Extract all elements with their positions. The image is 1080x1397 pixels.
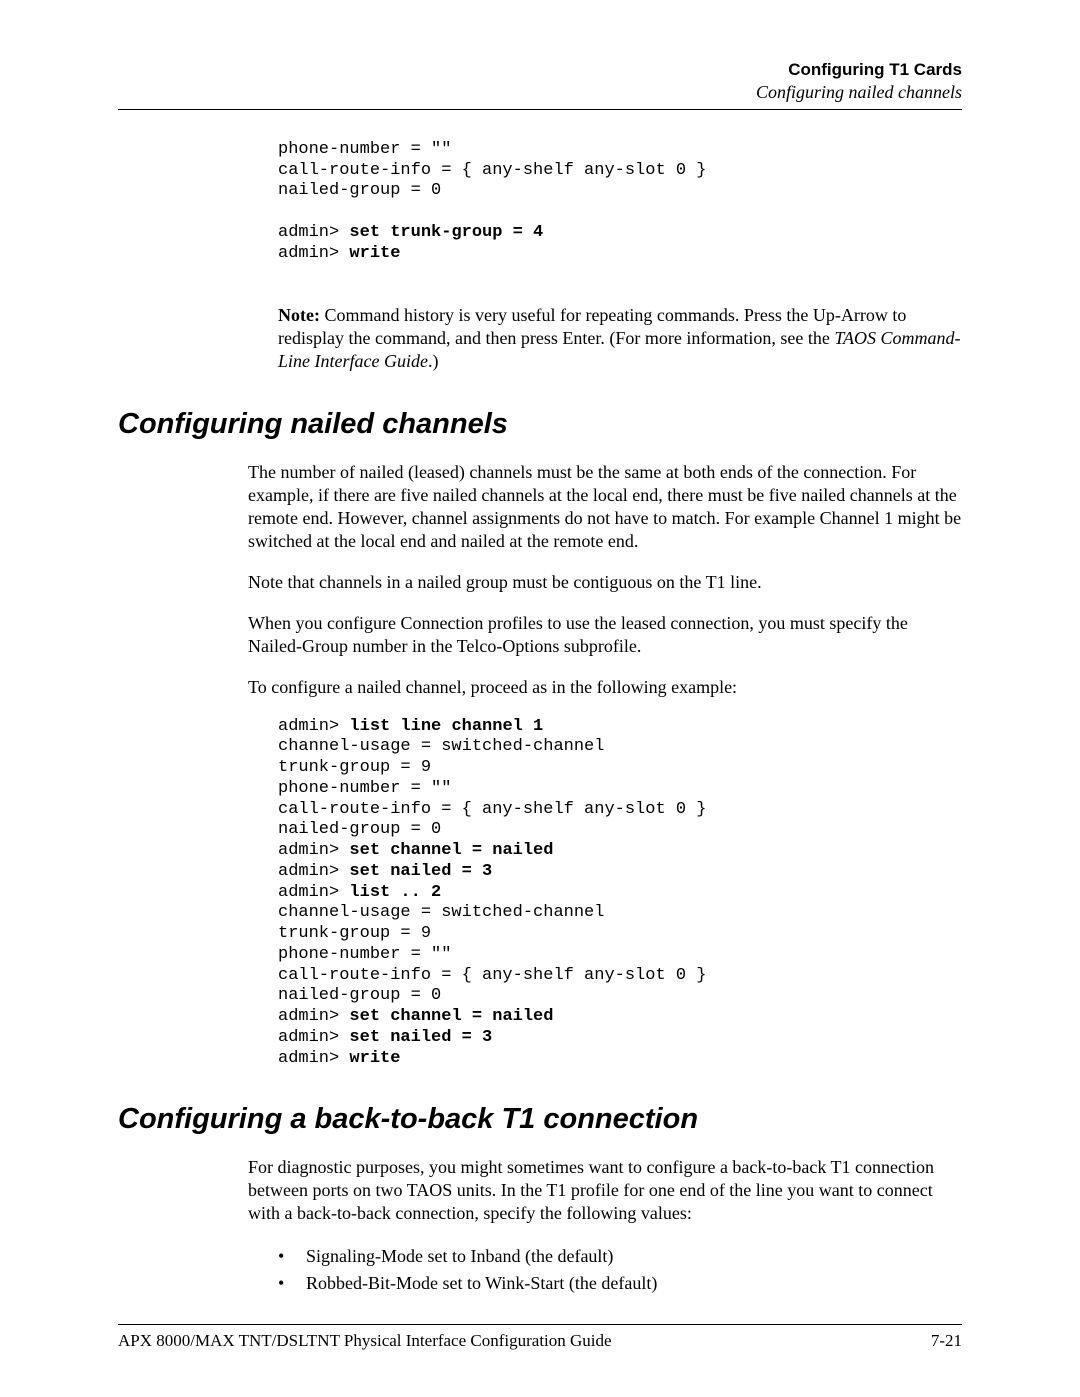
note: Note: Command history is very useful for… (278, 304, 962, 373)
code-prompt: admin> (278, 223, 349, 242)
note-label: Note: (278, 305, 320, 325)
page: Configuring T1 Cards Configuring nailed … (0, 0, 1080, 1397)
code-line: phone-number = "" (278, 945, 451, 964)
code-prompt: admin> (278, 717, 349, 736)
code-command: set channel = nailed (349, 1007, 553, 1026)
code-command: list .. 2 (349, 883, 441, 902)
code-prompt: admin> (278, 1028, 349, 1047)
code-line: nailed-group = 0 (278, 986, 441, 1005)
code-command: set nailed = 3 (349, 862, 492, 881)
paragraph: Note that channels in a nailed group mus… (248, 571, 962, 594)
paragraph: To configure a nailed channel, proceed a… (248, 676, 962, 699)
page-footer: APX 8000/MAX TNT/DSLTNT Physical Interfa… (118, 1324, 962, 1351)
page-header: Configuring T1 Cards Configuring nailed … (118, 60, 962, 103)
code-block-1: phone-number = "" call-route-info = { an… (278, 140, 962, 264)
paragraph: When you configure Connection profiles t… (248, 612, 962, 658)
code-prompt: admin> (278, 1007, 349, 1026)
bullet-list: Signaling-Mode set to Inband (the defaul… (278, 1243, 962, 1297)
code-line: channel-usage = switched-channel (278, 903, 604, 922)
header-chapter: Configuring T1 Cards (118, 60, 962, 80)
paragraph: The number of nailed (leased) channels m… (248, 461, 962, 553)
footer-rule (118, 1324, 962, 1325)
heading-back-to-back: Configuring a back-to-back T1 connection (118, 1103, 962, 1136)
page-number: 7-21 (931, 1331, 962, 1351)
paragraph: For diagnostic purposes, you might somet… (248, 1156, 962, 1225)
code-line: phone-number = "" (278, 140, 451, 159)
code-line: call-route-info = { any-shelf any-slot 0… (278, 800, 706, 819)
code-command: set trunk-group = 4 (349, 223, 543, 242)
code-line: channel-usage = switched-channel (278, 737, 604, 756)
footer-title: APX 8000/MAX TNT/DSLTNT Physical Interfa… (118, 1331, 612, 1351)
heading-nailed-channels: Configuring nailed channels (118, 408, 962, 441)
note-body: Command history is very useful for repea… (278, 305, 906, 348)
code-prompt: admin> (278, 841, 349, 860)
code-command: write (349, 244, 400, 263)
code-prompt: admin> (278, 883, 349, 902)
code-command: list line channel 1 (349, 717, 543, 736)
code-prompt: admin> (278, 862, 349, 881)
code-line: call-route-info = { any-shelf any-slot 0… (278, 966, 706, 985)
code-prompt: admin> (278, 244, 349, 263)
code-line: call-route-info = { any-shelf any-slot 0… (278, 161, 706, 180)
note-suffix: .) (428, 351, 439, 371)
code-line: nailed-group = 0 (278, 181, 441, 200)
code-line: trunk-group = 9 (278, 924, 431, 943)
list-item: Robbed-Bit-Mode set to Wink-Start (the d… (278, 1270, 962, 1297)
header-rule (118, 109, 962, 110)
code-line: trunk-group = 9 (278, 758, 431, 777)
header-section: Configuring nailed channels (118, 82, 962, 103)
code-prompt: admin> (278, 1049, 349, 1068)
code-command: write (349, 1049, 400, 1068)
footer-row: APX 8000/MAX TNT/DSLTNT Physical Interfa… (118, 1331, 962, 1351)
code-command: set nailed = 3 (349, 1028, 492, 1047)
code-command: set channel = nailed (349, 841, 553, 860)
code-block-2: admin> list line channel 1 channel-usage… (278, 717, 962, 1069)
code-line: phone-number = "" (278, 779, 451, 798)
list-item: Signaling-Mode set to Inband (the defaul… (278, 1243, 962, 1270)
code-line: nailed-group = 0 (278, 820, 441, 839)
